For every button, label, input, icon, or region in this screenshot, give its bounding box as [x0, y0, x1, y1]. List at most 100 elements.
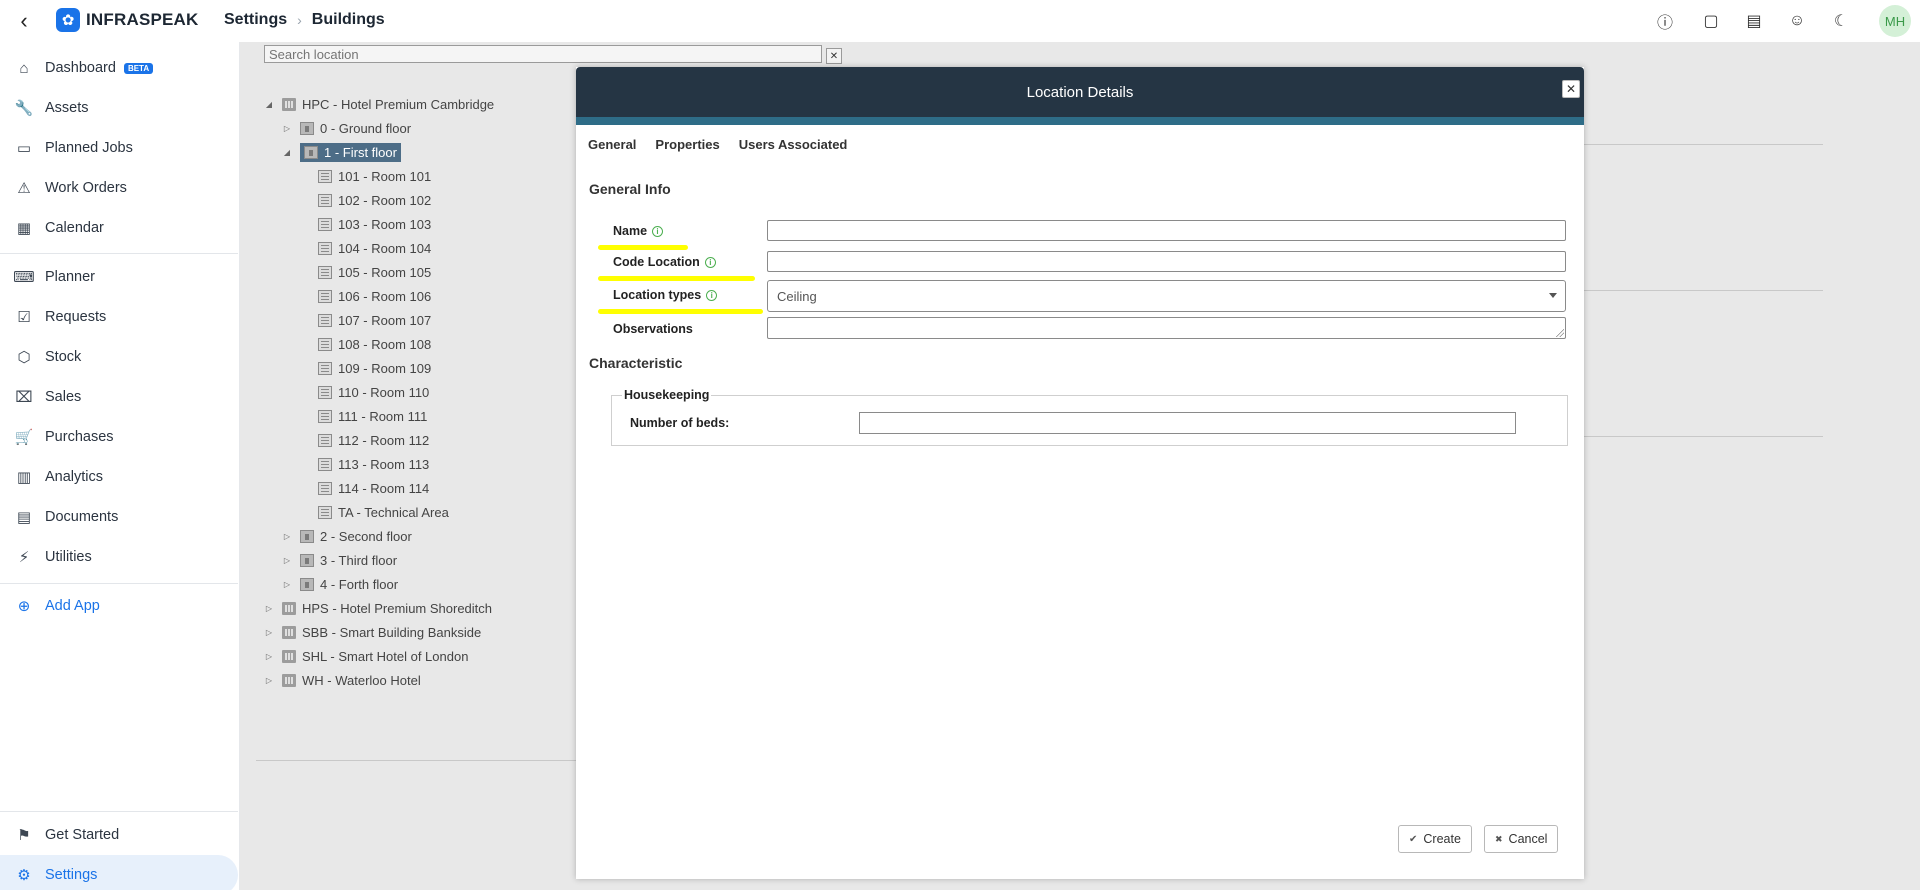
- sidebar: ⌂ Dashboard BETA 🔧 Assets ▭ Planned Jobs ⚠ Work …: [0, 42, 240, 890]
- smiley-icon[interactable]: ☺: [1786, 10, 1808, 32]
- warning-icon: ⚠: [17, 180, 31, 197]
- sidebar-item-requests[interactable]: ☑ Requests: [0, 297, 238, 337]
- collapsed-arrow-icon[interactable]: ▷: [264, 628, 274, 637]
- tree-node-label: 103 - Room 103: [338, 216, 432, 232]
- tree-node-label: 4 - Forth floor: [320, 576, 399, 592]
- tree-node[interactable]: ◢ 1 - First floor: [282, 142, 403, 162]
- add-app-button[interactable]: ⊕ Add App: [0, 586, 238, 626]
- collapsed-arrow-icon[interactable]: ▷: [264, 604, 274, 613]
- building-icon: [282, 673, 296, 687]
- tree-node[interactable]: ▷ HPS - Hotel Premium Shoreditch: [264, 598, 492, 618]
- sidebar-divider: [0, 583, 238, 584]
- highlight-mark: [598, 309, 763, 314]
- top-bar: ‹ ✿ INFRASPEAK Settings › Buildings ⓘ ▢ ▤ ☺…: [0, 0, 1920, 42]
- sidebar-item-sales[interactable]: ⌧ Sales: [0, 377, 238, 417]
- room-icon: [318, 433, 332, 447]
- tree-node[interactable]: 105 - Room 105: [300, 262, 431, 282]
- collapsed-arrow-icon[interactable]: ▷: [264, 676, 274, 685]
- floor-icon: [300, 121, 314, 135]
- tab-properties[interactable]: Properties: [655, 137, 719, 152]
- tree-node[interactable]: 109 - Room 109: [300, 358, 431, 378]
- tree-node[interactable]: 113 - Room 113: [300, 454, 429, 474]
- create-label: Create: [1423, 832, 1461, 846]
- tree-node-label: TA - Technical Area: [338, 504, 449, 520]
- tab-users-associated[interactable]: Users Associated: [739, 137, 848, 152]
- calendar-help-icon[interactable]: ▤: [1743, 10, 1765, 32]
- tree-node[interactable]: ▷ SBB - Smart Building Bankside: [264, 622, 481, 642]
- tree-node[interactable]: TA - Technical Area: [300, 502, 449, 522]
- tree-node[interactable]: 103 - Room 103: [300, 214, 431, 234]
- info-icon[interactable]: i: [706, 289, 718, 301]
- expanded-arrow-icon[interactable]: ◢: [282, 148, 292, 157]
- location-types-label-text: Location types: [613, 288, 702, 302]
- sidebar-item-work-orders[interactable]: ⚠ Work Orders: [0, 168, 238, 208]
- location-types-select[interactable]: Ceiling: [767, 280, 1566, 312]
- name-field[interactable]: [767, 220, 1566, 241]
- sidebar-item-settings[interactable]: ⚙ Settings: [0, 855, 238, 890]
- search-location-input[interactable]: [264, 45, 822, 63]
- requests-icon: ☑: [17, 309, 31, 326]
- resize-grip-icon[interactable]: [1556, 329, 1564, 337]
- tree-node[interactable]: 101 - Room 101: [300, 166, 431, 186]
- expanded-arrow-icon[interactable]: ◢: [264, 100, 274, 109]
- collapsed-arrow-icon[interactable]: ▷: [282, 532, 292, 541]
- code-location-label: Code Location i: [613, 255, 716, 269]
- sidebar-divider: [0, 811, 238, 812]
- tree-node[interactable]: 108 - Room 108: [300, 334, 431, 354]
- tree-node[interactable]: ▷ 2 - Second floor: [282, 526, 412, 546]
- sidebar-item-purchases[interactable]: 🛒 Purchases: [0, 417, 238, 457]
- room-icon: [318, 241, 332, 255]
- tree-node[interactable]: ▷ 0 - Ground floor: [282, 118, 411, 138]
- clear-search-button[interactable]: ✕: [826, 48, 842, 64]
- close-icon[interactable]: ✕: [1562, 80, 1580, 98]
- tree-node[interactable]: 104 - Room 104: [300, 238, 431, 258]
- selected-node-highlight: 1 - First floor: [300, 142, 401, 162]
- sidebar-item-dashboard[interactable]: ⌂ Dashboard BETA: [0, 48, 238, 88]
- sidebar-item-utilities[interactable]: ⚡ Utilities: [0, 537, 238, 577]
- avatar[interactable]: MH: [1879, 5, 1911, 37]
- beta-badge: BETA: [123, 62, 154, 74]
- info-icon[interactable]: i: [704, 256, 716, 268]
- sidebar-item-planned-jobs[interactable]: ▭ Planned Jobs: [0, 128, 238, 168]
- sidebar-item-calendar[interactable]: ▦ Calendar: [0, 208, 238, 248]
- tag-icon: ⌧: [15, 389, 33, 406]
- tree-node[interactable]: ▷ 3 - Third floor: [282, 550, 397, 570]
- tree-node[interactable]: ▷ WH - Waterloo Hotel: [264, 670, 421, 690]
- tab-general[interactable]: General: [588, 137, 636, 152]
- info-icon[interactable]: ⓘ: [1654, 10, 1676, 32]
- create-button[interactable]: ✔ Create: [1398, 825, 1472, 853]
- room-icon: [318, 193, 332, 207]
- tree-node[interactable]: 107 - Room 107: [300, 310, 431, 330]
- cancel-button[interactable]: ✖ Cancel: [1484, 825, 1559, 853]
- tree-node[interactable]: ▷ 4 - Forth floor: [282, 574, 398, 594]
- tree-node[interactable]: ▷ SHL - Smart Hotel of London: [264, 646, 469, 666]
- tree-node[interactable]: 112 - Room 112: [300, 430, 429, 450]
- sidebar-item-assets[interactable]: 🔧 Assets: [0, 88, 238, 128]
- sidebar-item-planner[interactable]: ⌨ Planner: [0, 257, 238, 297]
- building-icon: [282, 97, 296, 111]
- collapsed-arrow-icon[interactable]: ▷: [282, 556, 292, 565]
- tree-node[interactable]: ◢ HPC - Hotel Premium Cambridge: [264, 94, 494, 114]
- sidebar-item-analytics[interactable]: ▥ Analytics: [0, 457, 238, 497]
- tree-node[interactable]: 106 - Room 106: [300, 286, 431, 306]
- room-icon: [318, 505, 332, 519]
- tree-node[interactable]: 102 - Room 102: [300, 190, 431, 210]
- collapsed-arrow-icon[interactable]: ▷: [264, 652, 274, 661]
- observations-field[interactable]: [767, 317, 1566, 339]
- sidebar-item-stock[interactable]: ⬡ Stock: [0, 337, 238, 377]
- sidebar-item-get-started[interactable]: ⚑ Get Started: [0, 815, 238, 855]
- code-location-field[interactable]: [767, 251, 1566, 272]
- tree-node[interactable]: 110 - Room 110: [300, 382, 429, 402]
- collapsed-arrow-icon[interactable]: ▷: [282, 124, 292, 133]
- tree-node[interactable]: 111 - Room 111: [300, 406, 427, 426]
- info-icon[interactable]: i: [652, 225, 664, 237]
- name-label-text: Name: [613, 224, 648, 238]
- background-divider: [1583, 144, 1823, 145]
- tree-node[interactable]: 114 - Room 114: [300, 478, 429, 498]
- collapsed-arrow-icon[interactable]: ▷: [282, 580, 292, 589]
- tree-node-label: 106 - Room 106: [338, 288, 432, 304]
- sidebar-item-documents[interactable]: ▤ Documents: [0, 497, 238, 537]
- moon-icon[interactable]: ☾: [1830, 10, 1852, 32]
- number-of-beds-field[interactable]: [859, 412, 1516, 434]
- chat-help-icon[interactable]: ▢: [1700, 10, 1722, 32]
